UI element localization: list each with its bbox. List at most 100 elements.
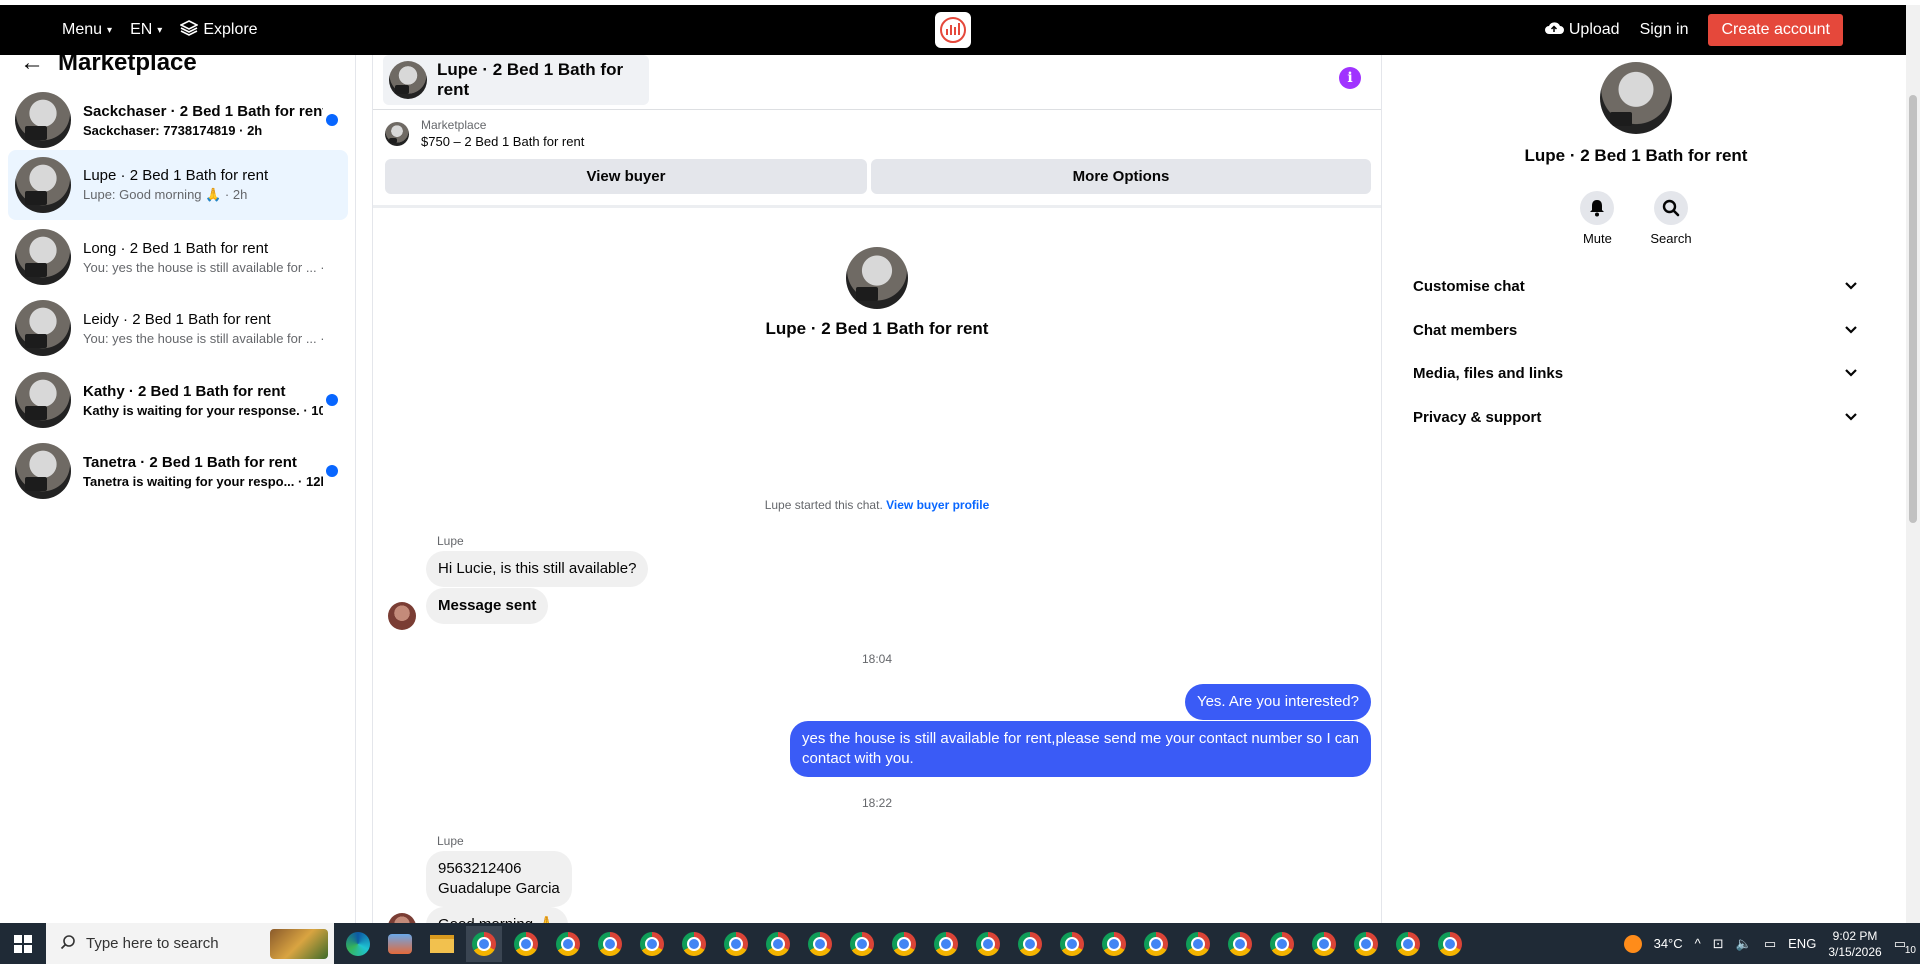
conversation-preview: Tanetra is waiting for your respo... · 1… xyxy=(83,473,323,489)
started-text: Lupe started this chat. xyxy=(764,498,883,512)
chrome-icon[interactable] xyxy=(508,926,544,962)
incoming-message[interactable]: Message sent xyxy=(426,588,549,624)
weather-sun-icon[interactable] xyxy=(1623,934,1642,953)
chrome-icon[interactable] xyxy=(550,926,586,962)
conversation-title: Long · 2 Bed 1 Bath for rent xyxy=(83,239,269,257)
listing-thumbnail xyxy=(15,372,71,428)
panel-title: Marketplace xyxy=(58,55,197,76)
chrome-icon[interactable] xyxy=(844,926,880,962)
conversation-item[interactable]: Kathy · 2 Bed 1 Bath for rent Kathy is w… xyxy=(8,365,348,435)
info-icon[interactable]: i xyxy=(1339,67,1361,89)
listing-thumbnail xyxy=(15,300,71,356)
notification-count: 10 xyxy=(1904,944,1916,956)
marketplace-label: Marketplace xyxy=(421,118,487,132)
file-explorer-icon[interactable] xyxy=(424,926,460,962)
conversation-preview: Sackchaser: 7738174819 · 2h xyxy=(83,122,263,138)
clock[interactable]: 9:02 PM 3/15/2026 xyxy=(1828,928,1881,960)
language-indicator[interactable]: ENG xyxy=(1788,936,1816,951)
incoming-message[interactable]: Good morning 🙏 xyxy=(426,907,568,923)
media-files-links-row[interactable]: Media, files and links xyxy=(1413,353,1858,393)
search-label: Search xyxy=(1650,231,1692,246)
listing-thumbnail xyxy=(846,247,908,309)
chrome-icon[interactable] xyxy=(1264,926,1300,962)
conversation-item[interactable]: Sackchaser · 2 Bed 1 Bath for rent Sackc… xyxy=(8,85,348,155)
system-tray: 34°C ^ ⊡ 🔈 ▭ ENG 9:02 PM 3/15/2026 ▭ 10 xyxy=(1623,923,1920,964)
menu-label: Menu xyxy=(62,21,103,38)
chrome-icon[interactable] xyxy=(802,926,838,962)
sign-in-label: Sign in xyxy=(1639,21,1689,38)
chrome-icon[interactable] xyxy=(1096,926,1132,962)
search-button[interactable]: Search xyxy=(1650,191,1692,246)
chrome-icon[interactable] xyxy=(1054,926,1090,962)
chrome-icon[interactable] xyxy=(760,926,796,962)
conversation-item-active[interactable]: Lupe · 2 Bed 1 Bath for rent Lupe: Good … xyxy=(8,150,348,220)
pinned-app-icon[interactable] xyxy=(466,925,502,962)
chat-started-notice: Lupe started this chat. View buyer profi… xyxy=(373,498,1381,512)
page-scrollbar-thumb[interactable] xyxy=(1909,95,1917,523)
chrome-icon[interactable] xyxy=(1306,926,1342,962)
chrome-icon[interactable] xyxy=(718,926,754,962)
customise-chat-row[interactable]: Customise chat xyxy=(1413,266,1858,306)
conversation-title: Leidy · 2 Bed 1 Bath for rent xyxy=(83,310,271,328)
more-options-button[interactable]: More Options xyxy=(871,159,1371,194)
mute-button[interactable]: Mute xyxy=(1580,191,1615,246)
conversation-preview: Lupe: Good morning 🙏 · 2h xyxy=(83,187,248,202)
temperature[interactable]: 34°C xyxy=(1654,936,1683,951)
conversation-item[interactable]: Tanetra · 2 Bed 1 Bath for rent Tanetra … xyxy=(8,436,348,506)
upload-label: Upload xyxy=(1568,21,1620,38)
view-buyer-profile-link[interactable]: View buyer profile xyxy=(886,498,989,512)
language-dropdown[interactable]: EN ▾ xyxy=(130,21,162,39)
view-buyer-button[interactable]: View buyer xyxy=(385,159,867,194)
network-icon[interactable]: ▭ xyxy=(1764,936,1776,952)
chrome-icon[interactable] xyxy=(1348,926,1384,962)
chrome-icon[interactable] xyxy=(676,926,712,962)
chrome-icon[interactable] xyxy=(1138,926,1174,962)
weather-app-icon[interactable] xyxy=(382,926,418,962)
chrome-icon[interactable] xyxy=(886,926,922,962)
chrome-icon[interactable] xyxy=(928,926,964,962)
row-label: Chat members xyxy=(1413,321,1518,339)
chevron-up-icon[interactable]: ^ xyxy=(1695,936,1701,951)
chevron-down-icon: ▾ xyxy=(107,24,113,36)
chrome-icon[interactable] xyxy=(1012,926,1048,962)
incoming-message[interactable]: Hi Lucie, is this still available? xyxy=(426,551,649,587)
edge-icon[interactable] xyxy=(340,926,376,962)
menu-dropdown[interactable]: Menu ▾ xyxy=(62,21,112,39)
sender-avatar[interactable] xyxy=(388,913,416,923)
row-label: Customise chat xyxy=(1413,277,1525,295)
chrome-icon[interactable] xyxy=(1390,926,1426,962)
conversation-item[interactable]: Leidy · 2 Bed 1 Bath for rent You: yes t… xyxy=(8,293,348,363)
listing-summary[interactable]: Marketplace $750 – 2 Bed 1 Bath for rent xyxy=(385,118,584,149)
create-account-button[interactable]: Create account xyxy=(1708,14,1843,46)
listing-thumbnail xyxy=(389,61,427,99)
chrome-icon[interactable] xyxy=(1180,926,1216,962)
chrome-icon[interactable] xyxy=(1432,926,1468,962)
privacy-support-row[interactable]: Privacy & support xyxy=(1413,397,1858,437)
chrome-icon[interactable] xyxy=(634,926,670,962)
chrome-icon[interactable] xyxy=(970,926,1006,962)
windows-start-button[interactable] xyxy=(0,923,46,964)
windows-taskbar: Type here to search 34°C ^ ⊡ 🔈 ▭ ENG 9:0… xyxy=(0,923,1920,964)
sender-avatar[interactable] xyxy=(388,602,416,630)
meet-icon[interactable]: ⊡ xyxy=(1713,936,1724,952)
back-arrow-icon[interactable]: ← xyxy=(20,55,44,77)
chat-header[interactable]: Lupe · 2 Bed 1 Bath for rent xyxy=(383,55,649,105)
notification-icon[interactable]: ▭ 10 xyxy=(1894,936,1916,956)
upload-button[interactable]: Upload xyxy=(1544,21,1620,40)
conversation-title: Kathy · 2 Bed 1 Bath for rent xyxy=(83,382,286,400)
chrome-icon[interactable] xyxy=(1222,926,1258,962)
explore-link[interactable]: Explore xyxy=(179,19,258,41)
incoming-message[interactable]: 9563212406 Guadalupe Garcia xyxy=(426,851,572,907)
sign-in-link[interactable]: Sign in xyxy=(1640,21,1689,39)
outgoing-message[interactable]: Yes. Are you interested? xyxy=(1184,684,1371,720)
chat-members-row[interactable]: Chat members xyxy=(1413,310,1858,350)
chrome-icon[interactable] xyxy=(592,926,628,962)
conversation-item[interactable]: Long · 2 Bed 1 Bath for rent You: yes th… xyxy=(8,222,348,292)
conversation-title: Sackchaser · 2 Bed 1 Bath for rent xyxy=(83,102,323,120)
site-logo[interactable] xyxy=(935,12,971,48)
sender-name: Lupe xyxy=(437,534,464,548)
outgoing-message[interactable]: yes the house is still available for ren… xyxy=(790,721,1371,777)
chevron-down-icon: ▾ xyxy=(157,24,163,36)
taskbar-search[interactable]: Type here to search xyxy=(46,923,334,964)
speaker-icon[interactable]: 🔈 xyxy=(1736,936,1752,952)
